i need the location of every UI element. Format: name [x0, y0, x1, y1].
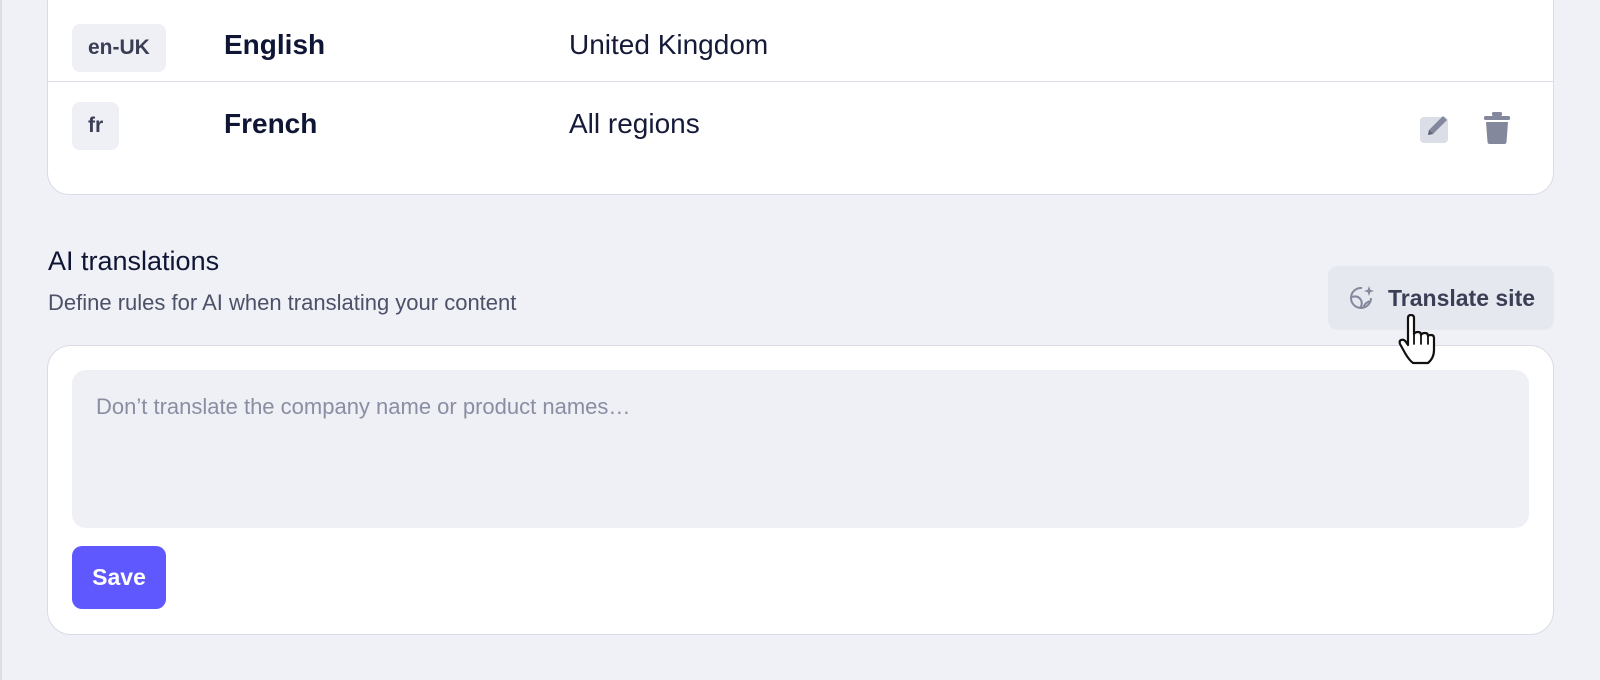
translate-site-button[interactable]: Translate site	[1328, 266, 1554, 330]
rules-card: Save	[47, 345, 1554, 635]
region-name: All regions	[569, 108, 700, 139]
left-divider	[0, 0, 2, 680]
table-row[interactable]: en-UK English United Kingdom	[48, 0, 1553, 81]
pencil-icon	[1420, 116, 1448, 143]
edit-button[interactable]	[1417, 110, 1453, 146]
region-name: United Kingdom	[569, 29, 769, 60]
locale-code-badge: fr	[72, 102, 120, 150]
delete-button[interactable]	[1479, 110, 1515, 146]
translation-rules-input[interactable]	[72, 370, 1529, 528]
locale-code-badge: en-UK	[72, 24, 166, 72]
row-actions	[1417, 110, 1515, 146]
table-row[interactable]: fr French All regions	[48, 81, 1553, 181]
section-title: AI translations	[48, 246, 220, 276]
trash-icon	[1484, 112, 1510, 144]
translate-site-label: Translate site	[1388, 284, 1536, 311]
language-name: English	[224, 29, 326, 60]
section-subtitle: Define rules for AI when translating you…	[48, 290, 517, 315]
save-button[interactable]: Save	[72, 546, 166, 609]
globe-sparkle-icon	[1350, 286, 1374, 309]
locales-table: en-UK English United Kingdom fr French A…	[47, 0, 1554, 195]
language-name: French	[224, 108, 318, 139]
